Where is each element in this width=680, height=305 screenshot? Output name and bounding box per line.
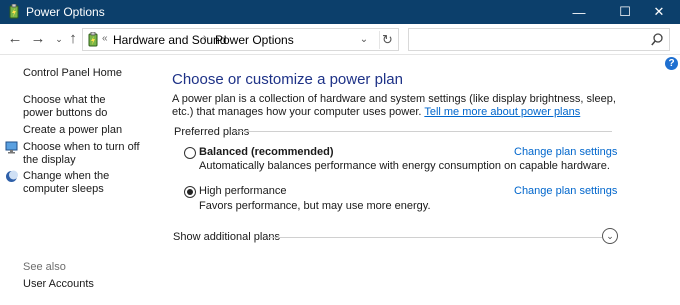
navigation-bar: ← → ⌄ ↑ « Hardware and Sound › Power Opt… [0,24,680,55]
sidebar-item-control-panel-home[interactable]: Control Panel Home [23,67,122,80]
high-performance-radio[interactable] [184,186,196,198]
divider [268,237,602,238]
show-additional-plans-label[interactable]: Show additional plans [173,231,280,243]
radio-selected-dot [187,189,193,195]
address-dropdown-button[interactable]: ⌄ [356,31,372,49]
plan-description-balanced: Automatically balances performance with … [199,160,610,172]
power-options-icon [9,4,19,19]
tell-me-more-link[interactable]: Tell me more about power plans [424,106,580,118]
sidebar-item-user-accounts[interactable]: User Accounts [23,278,94,291]
see-also-heading: See also [23,261,66,273]
balanced-radio[interactable] [184,147,196,159]
address-bar[interactable]: « Hardware and Sound › Power Options ⌄ ↻ [82,28,399,51]
sidebar-item-create-power-plan[interactable]: Create a power plan [23,124,122,137]
sidebar-item-turn-off-display[interactable]: Choose when to turn off the display [23,141,148,167]
plan-name-balanced[interactable]: Balanced (recommended) [199,146,333,158]
sidebar-item-computer-sleeps[interactable]: Change when the computer sleeps [23,170,143,196]
back-button[interactable]: ← [6,30,24,48]
plan-description-high-performance: Favors performance, but may use more ene… [199,200,431,212]
monitor-icon [5,141,18,154]
forward-button[interactable]: → [29,30,47,48]
expand-chevron-icon[interactable]: ⌄ [602,228,618,244]
help-icon[interactable]: ? [665,57,678,70]
breadcrumb-power-options[interactable]: Power Options [215,33,294,47]
window-title: Power Options [26,5,105,19]
search-icon[interactable] [651,33,663,46]
divider [236,131,612,132]
page-title: Choose or customize a power plan [172,71,403,88]
preferred-plans-label: Preferred plans [174,126,250,138]
breadcrumb-separator-icon[interactable]: › [203,32,207,44]
breadcrumb-hardware-and-sound[interactable]: Hardware and Sound [113,33,226,47]
change-plan-settings-high-performance-link[interactable]: Change plan settings [514,185,617,197]
overflow-chevron-icon[interactable]: « [102,33,108,44]
up-button[interactable]: ↑ [64,30,82,48]
minimize-button[interactable]: — [556,0,602,24]
change-plan-settings-balanced-link[interactable]: Change plan settings [514,146,617,158]
sidebar-item-power-buttons[interactable]: Choose what the power buttons do [23,94,133,120]
power-options-icon [88,32,98,47]
search-input[interactable] [408,28,670,51]
plan-name-high-performance[interactable]: High performance [199,185,286,197]
moon-icon [6,170,18,182]
page-description: A power plan is a collection of hardware… [172,93,622,119]
sidebar: Control Panel Home Choose what the power… [0,56,160,305]
refresh-button[interactable]: ↻ [379,31,395,49]
close-button[interactable]: ✕ [636,0,680,24]
title-bar: Power Options — ☐ ✕ [0,0,680,24]
